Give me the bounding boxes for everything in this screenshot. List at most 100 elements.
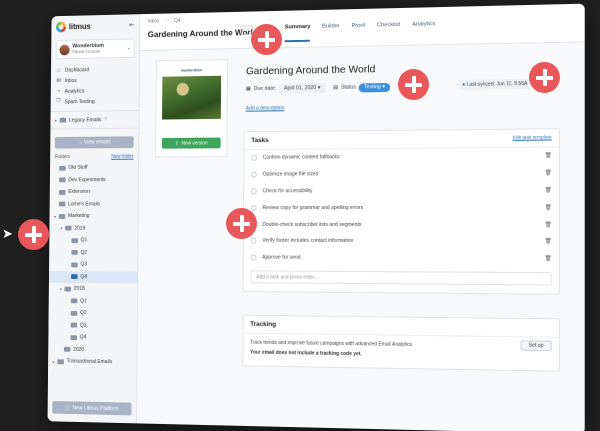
sync-icon: ● — [462, 81, 466, 88]
folder-tree-item[interactable]: ▸ Transactional Emails — [48, 355, 137, 369]
breadcrumb-q4[interactable]: Q4 — [174, 18, 180, 24]
folder-tree-item[interactable]: Q3 — [48, 319, 136, 332]
trash-icon[interactable]: 🗑 — [545, 222, 552, 228]
task-row: Review copy for grammar and spelling err… — [244, 199, 559, 216]
nav-item-label: Inbox — [64, 77, 77, 84]
trash-icon[interactable]: 🗑 — [545, 256, 552, 262]
new-platform-button[interactable]: ⓘ New Litmus Platform — [52, 400, 132, 416]
tracking-panel: Tracking Track trends and improve future… — [242, 314, 560, 372]
tab-checklist[interactable]: Checklist — [377, 22, 400, 40]
due-date-select[interactable]: April 01, 2020 ▾ — [279, 82, 326, 94]
sync-status: ● Last synced: Jun 11, 9:56A — [456, 78, 534, 91]
folder-tree-item[interactable]: Q2 — [49, 307, 137, 320]
task-checkbox[interactable] — [251, 155, 258, 162]
nav-item-spam-testing[interactable]: ⛉ Spam Testing — [55, 96, 134, 108]
new-version-button[interactable]: ⇪ New version — [161, 137, 221, 149]
legacy-emails-toggle[interactable]: ▸ Legacy Emails ? — [50, 114, 138, 126]
folder-icon — [70, 334, 78, 340]
trash-icon[interactable]: 🗑 — [545, 205, 552, 211]
logo-text: litmus — [68, 21, 91, 31]
task-checkbox[interactable] — [251, 171, 257, 178]
task-checkbox[interactable] — [250, 254, 257, 261]
task-label: Double-check subscriber lists and segmen… — [262, 221, 362, 228]
folder-label: 2019 — [74, 225, 86, 232]
folder-icon — [59, 165, 66, 171]
task-checkbox[interactable] — [250, 238, 257, 245]
due-date-value: April 01, 2020 — [283, 85, 317, 92]
tracking-title: Tracking — [250, 320, 277, 329]
task-checkbox[interactable] — [250, 188, 257, 195]
email-preview-card[interactable]: wonderbium ⇪ New version — [155, 59, 228, 158]
folder-icon — [58, 213, 66, 219]
mouse-cursor-icon: ➤ — [2, 226, 13, 241]
set-up-button[interactable]: Set up — [520, 340, 552, 352]
folder-icon — [71, 274, 78, 280]
tab-analytics[interactable]: Analytics — [412, 21, 435, 39]
add-description-link[interactable]: Add a description — [246, 105, 285, 111]
task-checkbox[interactable] — [250, 204, 257, 211]
status-dropdown[interactable]: Testing ▾ — [358, 82, 390, 92]
add-task-input[interactable]: Add a task and press enter... — [250, 269, 552, 286]
home-icon: ⌂ — [57, 67, 61, 74]
main-content: Inbox ··· Q4 Gardening Around the World … — [137, 3, 585, 431]
folder-tree-item[interactable]: Q3 — [49, 259, 137, 272]
folder-label: Q2 — [80, 310, 87, 317]
sidebar: litmus ⇤ Wonderbium Parent Account ⌄ ⌂ Da… — [47, 14, 141, 424]
hotspot-plus-icon[interactable] — [251, 24, 282, 55]
collapse-sidebar-icon[interactable]: ⇤ — [129, 21, 135, 29]
tab-builder[interactable]: Builder — [322, 23, 340, 41]
task-label: Confirm dynamic content fallbacks — [262, 154, 340, 162]
breadcrumb-ellipsis[interactable]: ··· — [164, 18, 169, 24]
new-folder-link[interactable]: New folder — [111, 154, 133, 160]
task-row: Confirm dynamic content fallbacks 🗑 — [244, 148, 558, 167]
logo-row: litmus ⇤ — [51, 14, 139, 37]
folder-tree-item[interactable]: ▾ 2018 — [49, 283, 137, 296]
folder-tree-item[interactable]: Dev Experiments — [50, 174, 138, 186]
help-icon[interactable]: ? — [104, 117, 107, 123]
legacy-emails-label: Legacy Emails — [68, 116, 102, 123]
calendar-icon: ▦ — [245, 86, 251, 93]
hotspot-plus-icon[interactable] — [398, 69, 429, 100]
main-nav: ⌂ Dashboard ✉ Inbox ◔ Analytics ⛉ Spam Testing — [51, 63, 139, 109]
view-emails-button[interactable]: → View emails — [54, 136, 134, 149]
folder-tree-item[interactable]: Q2 — [49, 246, 137, 258]
preview-image — [162, 75, 222, 120]
trash-icon[interactable]: 🗑 — [545, 170, 552, 176]
folder-tree-item[interactable]: Q1 — [49, 295, 137, 308]
tab-summary[interactable]: Summary — [284, 23, 311, 43]
folder-tree-item[interactable]: Q1 — [49, 234, 137, 246]
folder-icon — [65, 225, 72, 231]
trash-icon[interactable]: 🗑 — [545, 187, 552, 193]
shield-icon: ⛉ — [56, 98, 61, 105]
task-label: Optimize image file sizes — [262, 171, 319, 178]
task-row: Check for accessibility 🗑 — [244, 182, 559, 200]
top-bar: Inbox ··· Q4 Gardening Around the World … — [140, 3, 585, 51]
edit-task-template-link[interactable]: Edit task template — [513, 135, 552, 140]
folder-tree-item[interactable]: Q4 — [48, 270, 138, 284]
folder-tree-item[interactable]: Old Stuff — [50, 162, 138, 175]
folder-label: Q1 — [80, 237, 88, 244]
folder-tree-item[interactable]: Extension — [50, 186, 138, 198]
folder-tree-item[interactable]: ▾ Marketing — [50, 210, 138, 222]
folder-icon — [70, 310, 78, 316]
hotspot-plus-icon[interactable] — [529, 62, 560, 93]
folder-tree-item[interactable]: ▾ 2019 — [49, 222, 137, 234]
folder-icon — [70, 298, 78, 304]
hotspot-plus-icon[interactable] — [18, 219, 49, 250]
folders-header: Folders New folder — [50, 152, 138, 162]
tab-proof[interactable]: Proof — [351, 23, 365, 41]
folder-tree-item[interactable]: Lorne's Emails — [50, 198, 138, 210]
nav-item-label: Analytics — [64, 88, 85, 95]
breadcrumb-inbox[interactable]: Inbox — [148, 19, 160, 25]
chevron-down-icon: ⌄ — [126, 45, 131, 52]
hotspot-plus-icon[interactable] — [226, 208, 257, 239]
clipboard-icon: ▤ — [333, 84, 339, 91]
analytics-icon: ◔ — [56, 88, 61, 95]
folder-label: Q2 — [80, 249, 88, 256]
trash-icon[interactable]: 🗑 — [545, 239, 552, 245]
task-row: Optimize image file sizes 🗑 — [244, 165, 559, 183]
divider — [50, 127, 139, 130]
folder-label: Q1 — [80, 298, 87, 305]
account-switcher[interactable]: Wonderbium Parent Account ⌄ — [55, 38, 135, 60]
trash-icon[interactable]: 🗑 — [545, 153, 552, 159]
